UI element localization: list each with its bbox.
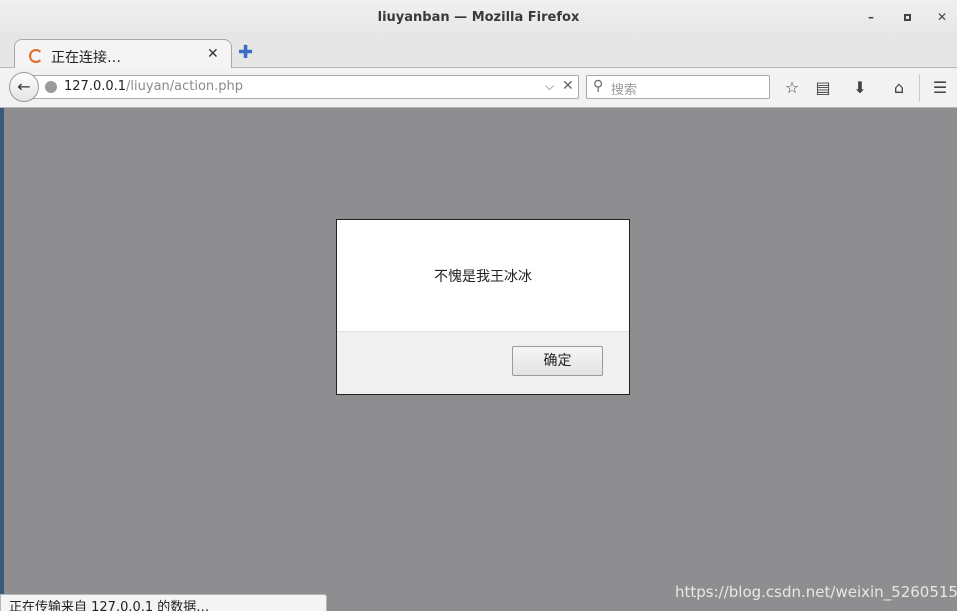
search-bar[interactable]: ⚲ 搜索 [586,75,770,99]
bookmark-star-icon[interactable]: ☆ [781,77,803,99]
maximize-button[interactable] [899,9,915,25]
tab-active[interactable]: 正在连接… ✕ [14,39,232,69]
url-path: /liuyan/action.php [126,79,244,94]
maximize-icon [903,14,911,21]
minimize-button[interactable]: – [863,9,879,25]
close-window-button[interactable]: ✕ [934,9,950,25]
url-host: 127.0.0.1 [64,79,127,94]
stop-loading-icon[interactable]: ✕ [562,78,574,94]
status-text: 正在传输来自 127.0.0.1 的数据… [9,600,210,611]
watermark: https://blog.csdn.net/weixin_52605156 [675,583,957,601]
back-button[interactable]: ← [9,72,39,102]
menu-icon[interactable]: ☰ [929,77,951,99]
search-icon: ⚲ [593,78,604,94]
tab-close-button[interactable]: ✕ [207,46,219,62]
reading-list-icon[interactable]: ▤ [812,77,834,99]
alert-dialog: 不愧是我王冰冰 确定 [336,219,630,395]
alert-footer: 确定 [337,331,629,394]
url-dropdown-icon[interactable]: ⌵ [545,79,554,94]
url-bar[interactable]: 127.0.0.1/liuyan/action.php ⌵ ✕ [30,75,579,99]
download-icon[interactable]: ⬇ [849,77,871,99]
toolbar-separator [919,74,920,102]
url-text[interactable]: 127.0.0.1/liuyan/action.php [64,79,243,94]
window-titlebar: liuyanban — Mozilla Firefox – ✕ [0,0,957,36]
loading-spinner-icon [29,49,43,63]
status-bar: 正在传输来自 127.0.0.1 的数据… [0,594,327,611]
tab-strip: 正在连接… ✕ [0,36,957,69]
search-placeholder: 搜索 [611,83,638,98]
tab-title: 正在连接… [51,50,121,66]
globe-icon [45,81,57,93]
navigation-toolbar: 127.0.0.1/liuyan/action.php ⌵ ✕ ← ⚲ 搜索 ☆… [0,68,957,108]
home-icon[interactable]: ⌂ [888,77,910,99]
window-title: liuyanban — Mozilla Firefox [377,10,580,25]
new-tab-button[interactable]: ✚ [238,42,253,63]
alert-message: 不愧是我王冰冰 [434,269,532,285]
ok-button[interactable]: 确定 [512,346,603,376]
